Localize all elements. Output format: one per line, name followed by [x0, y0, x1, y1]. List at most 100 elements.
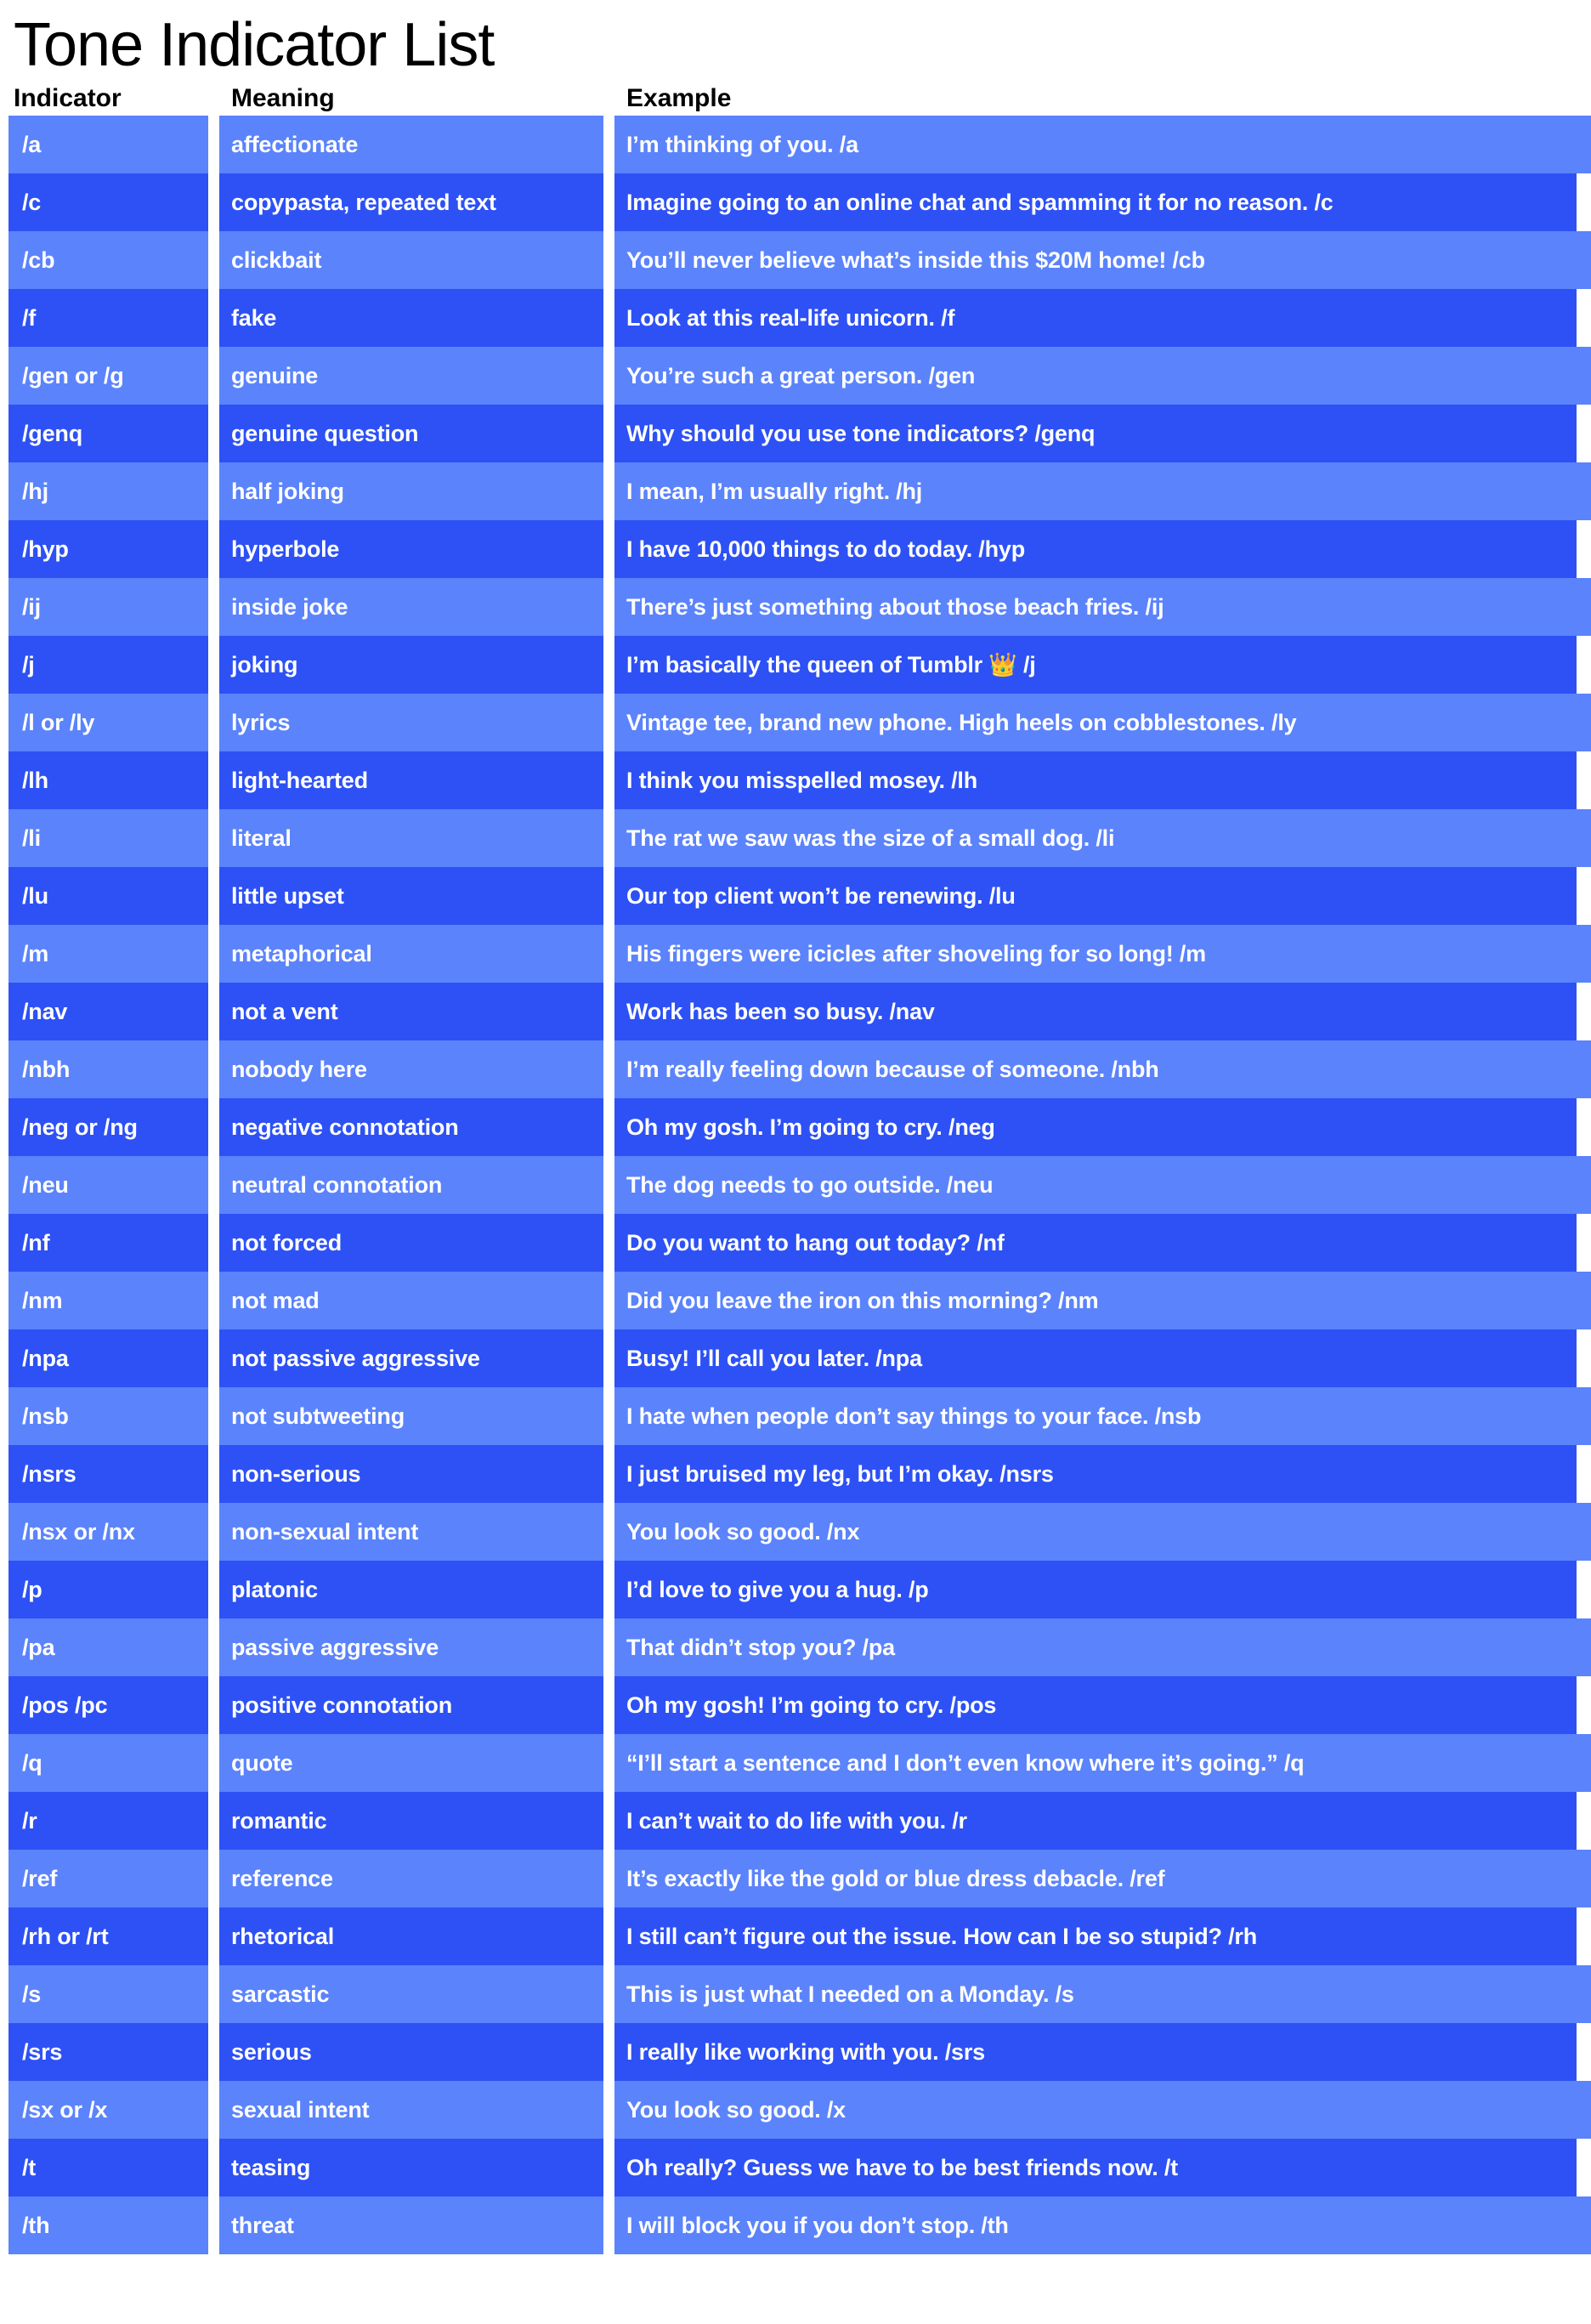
cell-indicator: /hyp: [8, 520, 208, 578]
cell-meaning: sexual intent: [219, 2081, 603, 2139]
cell-indicator: /nbh: [8, 1040, 208, 1098]
cell-meaning: reference: [219, 1850, 603, 1907]
column-gap: [208, 1387, 219, 1445]
cell-meaning: rhetorical: [219, 1907, 603, 1965]
column-gap: [603, 173, 614, 231]
cell-indicator: /nsrs: [8, 1445, 208, 1503]
cell-example: I’m really feeling down because of someo…: [614, 1040, 1591, 1098]
cell-indicator: /a: [8, 116, 208, 173]
table-row: /c copypasta, repeated text Imagine going …: [0, 173, 1591, 231]
cell-example: Vintage tee, brand new phone. High heels…: [614, 694, 1591, 751]
cell-indicator: /p: [8, 1561, 208, 1618]
cell-meaning: nobody here: [219, 1040, 603, 1098]
column-gap: [208, 1272, 219, 1329]
table-row: /genq genuine question Why should you use …: [0, 405, 1591, 462]
cell-indicator: /nsx or /nx: [8, 1503, 208, 1561]
column-gap: [208, 347, 219, 405]
cell-meaning: threat: [219, 2196, 603, 2254]
cell-indicator: /neg or /ng: [8, 1098, 208, 1156]
column-gap: [208, 1329, 219, 1387]
table-row: /nsrs non-serious I just bruised my leg, b…: [0, 1445, 1591, 1503]
cell-meaning: light-hearted: [219, 751, 603, 809]
cell-example: There’s just something about those beach…: [614, 578, 1591, 636]
table-row: /j joking I’m basically the queen of Tumbl…: [0, 636, 1591, 694]
cell-indicator: /ij: [8, 578, 208, 636]
column-gap: [208, 2139, 219, 2196]
cell-example: Do you want to hang out today? /nf: [614, 1214, 1577, 1272]
cell-meaning: lyrics: [219, 694, 603, 751]
table-row: /pos /pc positive connotation Oh my gosh! …: [0, 1676, 1591, 1734]
cell-meaning: non-sexual intent: [219, 1503, 603, 1561]
cell-example: I hate when people don’t say things to y…: [614, 1387, 1591, 1445]
cell-indicator: /srs: [8, 2023, 208, 2081]
column-gap: [603, 2023, 614, 2081]
column-gap: [208, 1214, 219, 1272]
cell-indicator: /f: [8, 289, 208, 347]
cell-meaning: genuine: [219, 347, 603, 405]
column-gap: [603, 867, 614, 925]
column-gap: [208, 1561, 219, 1618]
cell-example: I really like working with you. /srs: [614, 2023, 1577, 2081]
cell-indicator: /hj: [8, 462, 208, 520]
cell-indicator: /genq: [8, 405, 208, 462]
cell-indicator: /nav: [8, 983, 208, 1040]
column-gap: [208, 1734, 219, 1792]
column-gap: [603, 520, 614, 578]
cell-indicator: /pa: [8, 1618, 208, 1676]
tone-indicator-table-wrap: /a affectionate I’m thinking of you. /a/c c…: [0, 116, 1591, 2271]
cell-meaning: platonic: [219, 1561, 603, 1618]
cell-indicator: /ref: [8, 1850, 208, 1907]
cell-example: Look at this real-life unicorn. /f: [614, 289, 1577, 347]
cell-meaning: non-serious: [219, 1445, 603, 1503]
table-row: /q quote “I’ll start a sentence and I don’…: [0, 1734, 1591, 1792]
table-row: /sx or /x sexual intent You look so good. …: [0, 2081, 1591, 2139]
column-gap: [208, 462, 219, 520]
column-gap: [208, 925, 219, 983]
column-gap: [603, 1850, 614, 1907]
cell-indicator: /cb: [8, 231, 208, 289]
cell-example: The dog needs to go outside. /neu: [614, 1156, 1591, 1214]
cell-example: I will block you if you don’t stop. /th: [614, 2196, 1591, 2254]
cell-example: Busy! I’ll call you later. /npa: [614, 1329, 1577, 1387]
table-row: /nsb not subtweeting I hate when people do…: [0, 1387, 1591, 1445]
column-gap: [603, 1503, 614, 1561]
column-gap: [603, 1040, 614, 1098]
table-row: /p platonic I’d love to give you a hug. /p: [0, 1561, 1591, 1618]
cell-example: This is just what I needed on a Monday. …: [614, 1965, 1591, 2023]
column-gap: [208, 2196, 219, 2254]
column-gap: [603, 405, 614, 462]
column-gap: [208, 1965, 219, 2023]
table-row: /m metaphorical His fingers were icicles a…: [0, 925, 1591, 983]
cell-indicator: /gen or /g: [8, 347, 208, 405]
column-gap: [603, 231, 614, 289]
cell-indicator: /t: [8, 2139, 208, 2196]
column-gap: [208, 867, 219, 925]
cell-indicator: /nf: [8, 1214, 208, 1272]
column-gap: [603, 1618, 614, 1676]
cell-meaning: affectionate: [219, 116, 603, 173]
column-gap: [603, 289, 614, 347]
cell-meaning: passive aggressive: [219, 1618, 603, 1676]
column-gap: [208, 1098, 219, 1156]
cell-example: That didn’t stop you? /pa: [614, 1618, 1591, 1676]
cell-meaning: joking: [219, 636, 603, 694]
column-gap: [603, 925, 614, 983]
column-gap: [603, 1329, 614, 1387]
cell-indicator: /sx or /x: [8, 2081, 208, 2139]
cell-indicator: /m: [8, 925, 208, 983]
cell-indicator: /l or /ly: [8, 694, 208, 751]
column-gap: [208, 173, 219, 231]
cell-meaning: romantic: [219, 1792, 603, 1850]
cell-example: It’s exactly like the gold or blue dress…: [614, 1850, 1591, 1907]
table-row: /r romantic I can’t wait to do life with y…: [0, 1792, 1591, 1850]
column-gap: [603, 694, 614, 751]
table-row: /srs serious I really like working with yo…: [0, 2023, 1591, 2081]
cell-example: I have 10,000 things to do today. /hyp: [614, 520, 1577, 578]
column-gap: [603, 1965, 614, 2023]
cell-meaning: not forced: [219, 1214, 603, 1272]
column-gap: [208, 1156, 219, 1214]
column-gap: [603, 809, 614, 867]
column-gap: [208, 1618, 219, 1676]
table-row: /nav not a vent Work has been so busy. /na…: [0, 983, 1591, 1040]
table-row: /lu little upset Our top client won’t be r…: [0, 867, 1591, 925]
